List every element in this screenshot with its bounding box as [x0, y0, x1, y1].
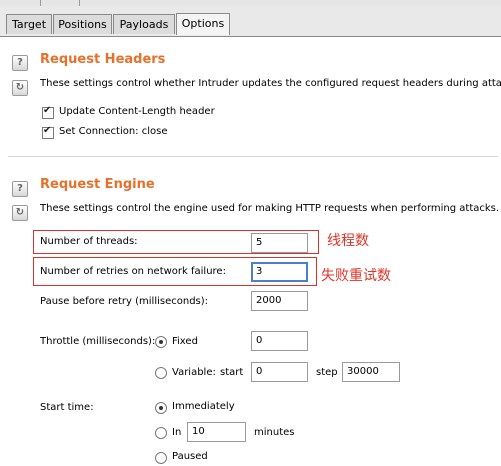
threads-label: Number of threads: [40, 236, 138, 247]
throttle-fixed-label: Fixed [172, 336, 198, 347]
retries-label: Number of retries on network failure: [40, 266, 226, 277]
start-paused-label: Paused [172, 451, 208, 462]
throttle-variable-radio[interactable] [155, 367, 167, 379]
help-icon[interactable]: ? [12, 55, 28, 71]
request-engine-description: These settings control the engine used f… [40, 203, 500, 214]
options-panel: ? ↻ Request Headers These settings contr… [0, 37, 501, 466]
throttle-fixed-radio[interactable] [155, 336, 167, 348]
retries-annotation: 失败重试数 [321, 268, 391, 284]
throttle-step-label: step [316, 367, 338, 378]
start-in-minutes-input[interactable]: 10 [187, 422, 246, 442]
start-minutes-label: minutes [254, 427, 295, 438]
set-connection-close-label: Set Connection: close [59, 126, 168, 137]
pause-input[interactable]: 2000 [251, 291, 308, 311]
retries-input[interactable]: 3 [251, 262, 308, 282]
help-icon[interactable]: ? [12, 181, 28, 197]
tab-target[interactable]: Target [6, 14, 52, 34]
tab-bar: Target Positions Payloads Options [0, 6, 501, 37]
throttle-variable-label: Variable: [172, 367, 216, 378]
reset-icon[interactable]: ↻ [12, 80, 28, 96]
throttle-step-input[interactable]: 30000 [342, 362, 400, 382]
request-engine-title: Request Engine [40, 177, 155, 192]
start-immediately-radio[interactable] [155, 402, 167, 414]
request-headers-description: These settings control whether Intruder … [40, 78, 501, 89]
reset-icon[interactable]: ↻ [12, 205, 28, 221]
start-paused-radio[interactable] [155, 452, 167, 464]
update-content-length-checkbox[interactable] [42, 105, 54, 119]
start-immediately-label: Immediately [172, 401, 235, 412]
throttle-start-input[interactable]: 0 [251, 362, 308, 382]
threads-input[interactable]: 5 [251, 233, 308, 253]
set-connection-close-checkbox[interactable] [42, 125, 54, 139]
threads-annotation: 线程数 [327, 233, 369, 249]
pause-label: Pause before retry (milliseconds): [40, 296, 209, 307]
section-divider [8, 156, 498, 157]
request-headers-title: Request Headers [40, 52, 166, 67]
throttle-label: Throttle (milliseconds): [40, 336, 156, 347]
tab-positions[interactable]: Positions [53, 14, 112, 34]
start-in-radio[interactable] [155, 427, 167, 439]
tab-payloads[interactable]: Payloads [113, 14, 175, 34]
tab-options[interactable]: Options [176, 13, 230, 35]
start-in-label: In [172, 427, 182, 438]
update-content-length-label: Update Content-Length header [59, 106, 215, 117]
start-time-label: Start time: [40, 402, 94, 413]
throttle-start-label: start [220, 367, 244, 378]
throttle-fixed-input[interactable]: 0 [251, 331, 308, 351]
